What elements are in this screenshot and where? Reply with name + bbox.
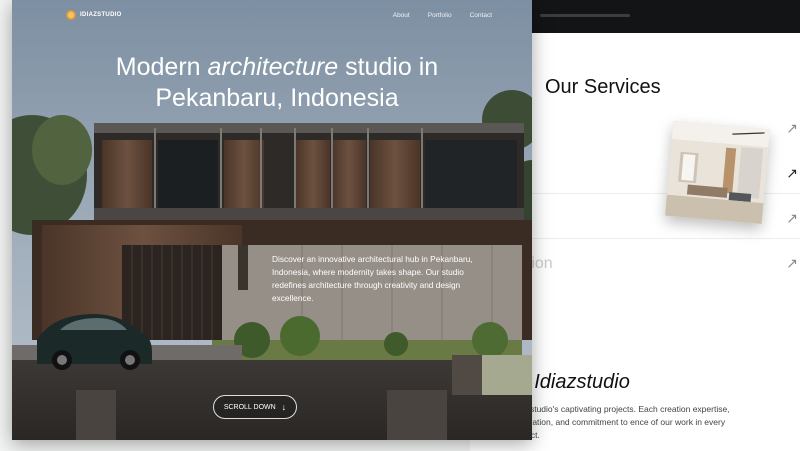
hero-page: IDIAZSTUDIO About Portfolio Contact Mode…	[12, 0, 532, 440]
service-divider	[510, 238, 800, 239]
services-title: Our Services	[545, 76, 661, 98]
nav-links: About Portfolio Contact	[393, 12, 492, 19]
projects-description: Idiazstudio's captivating projects. Each…	[512, 404, 730, 440]
hero-image: IDIAZSTUDIO About Portfolio Contact Mode…	[12, 0, 532, 440]
nav-link-contact[interactable]: Contact	[470, 12, 492, 19]
nav-link-about[interactable]: About	[393, 12, 410, 19]
sun-logo-icon	[66, 10, 76, 20]
projects-title-brand: Idiazstudio	[534, 371, 630, 393]
scroll-down-label: SCROLL DOWN	[223, 403, 276, 411]
arrow-up-right-icon[interactable]: ↗	[786, 210, 798, 227]
headline-line2: Pekanbaru, Indonesia	[155, 84, 399, 112]
arrow-up-right-icon[interactable]: ↗	[786, 165, 798, 182]
scroll-down-button[interactable]: SCROLL DOWN ↓	[213, 395, 297, 419]
service-photo	[665, 120, 770, 225]
headline-part: Modern	[115, 53, 208, 81]
hero-description: Discover an innovative architectural hub…	[272, 254, 473, 303]
headline-part: studio in	[338, 53, 439, 81]
brand-name: IDIAZSTUDIO	[80, 12, 122, 18]
header-bar-line	[540, 14, 630, 17]
arrow-up-right-icon[interactable]: ↗	[786, 120, 798, 137]
arrow-up-right-icon[interactable]: ↗	[786, 255, 798, 272]
headline-emphasis: architecture	[207, 53, 339, 81]
nav-link-portfolio[interactable]: Portfolio	[428, 12, 452, 19]
hero-headline: Modern architecture studio in Pekanbaru,…	[12, 52, 532, 114]
brand-logo[interactable]: IDIAZSTUDIO	[66, 10, 122, 20]
arrow-down-icon: ↓	[281, 402, 287, 412]
